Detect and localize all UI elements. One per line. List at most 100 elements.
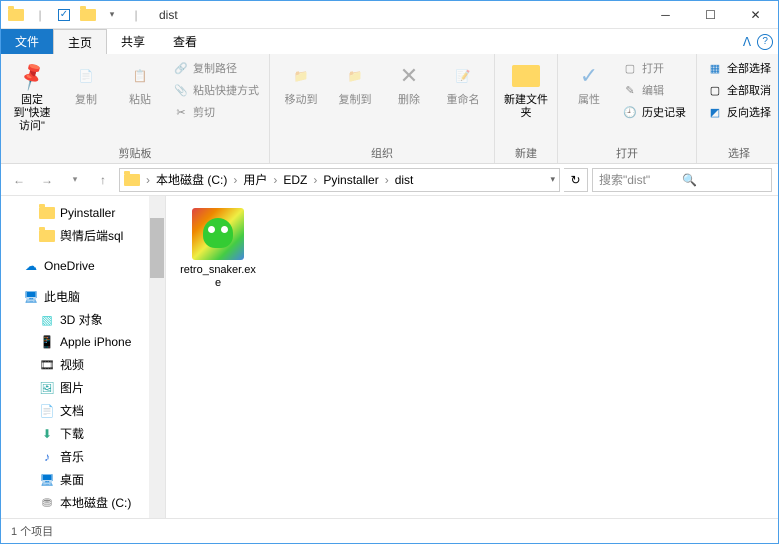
crumb-item[interactable]: 本地磁盘 (C:) [152,171,231,188]
close-button[interactable]: ✕ [733,1,778,29]
tree-item[interactable]: ☁OneDrive [1,255,165,277]
open-button[interactable]: ▢打开 [618,58,690,78]
delete-icon: ✕ [393,60,425,92]
chevron-right-icon[interactable]: › [273,173,277,187]
select-all-button[interactable]: ▦全部选择 [703,58,775,78]
maximize-button[interactable]: ☐ [688,1,733,29]
ribbon-group-select: ▦全部选择 ▢全部取消 ◩反向选择 选择 [697,54,779,163]
copy-button[interactable]: 📄 复制 [61,58,111,109]
move-to-button[interactable]: 📁 移动到 [276,58,326,109]
folder-icon [39,205,55,221]
up-button[interactable]: ↑ [91,168,115,192]
ribbon-tabs: 文件 主页 共享 查看 ᐱ ? [1,29,778,54]
back-button[interactable]: ← [7,168,31,192]
tab-share[interactable]: 共享 [107,29,159,54]
properties-button[interactable]: ✓ 属性 [564,58,614,109]
tree-item-label: 视频 [60,356,84,373]
tree-item[interactable]: 🎞 视频 [1,353,165,376]
qat-properties-button[interactable]: ✓ [53,4,75,26]
ribbon: 📌 固定到"快速访问" 📄 复制 📋 粘贴 🔗复制路径 📎粘贴快捷方式 ✂剪切 … [1,54,778,164]
chevron-right-icon[interactable]: › [313,173,317,187]
copy-path-button[interactable]: 🔗复制路径 [169,58,263,78]
scissors-icon: ✂ [173,104,189,120]
qat-dropdown-icon[interactable]: ▾ [101,4,123,26]
crumb-item[interactable]: 用户 [239,171,271,188]
tree-item-label: 舆情后端sql [60,227,123,244]
paste-icon: 📋 [124,60,156,92]
edit-button[interactable]: ✎编辑 [618,80,690,100]
tree-item-label: OneDrive [44,259,95,273]
cut-button[interactable]: ✂剪切 [169,102,263,122]
pin-icon: 📌 [15,59,49,93]
scrollbar[interactable] [149,196,165,518]
crumb-item[interactable]: EDZ [279,173,311,187]
crumb-item[interactable]: dist [391,173,418,187]
file-list[interactable]: retro_snaker.exe [166,196,778,518]
tree-item[interactable]: Pyinstaller [1,202,165,224]
tree-item[interactable]: ⬇下载 [1,422,165,445]
tree-item[interactable]: 🖼图片 [1,376,165,399]
navigation-tree[interactable]: Pyinstaller 舆情后端sql ☁OneDrive 🖥此电脑▧3D 对象📱Ap… [1,196,166,518]
recent-locations-button[interactable]: ▾ [63,168,87,192]
tab-view[interactable]: 查看 [159,29,211,54]
tab-home[interactable]: 主页 [53,29,107,54]
tree-item[interactable]: ⛃ 本地磁盘 (C:) [1,491,165,514]
disk-icon: ⛃ [39,495,55,511]
forward-button[interactable]: → [35,168,59,192]
search-icon: 🔍 [682,173,765,187]
history-button[interactable]: 🕘历史记录 [618,102,690,122]
status-bar: 1 个项目 [1,518,778,542]
path-icon: 🔗 [173,60,189,76]
folder-icon [512,65,540,87]
tree-item[interactable]: ▧3D 对象 [1,308,165,331]
tree-item[interactable]: 📱Apple iPhone [1,331,165,353]
file-item[interactable]: retro_snaker.exe [178,208,258,290]
rename-button[interactable]: 📝 重命名 [438,58,488,109]
item-count-label: 1 个项目 [11,523,53,539]
tree-item[interactable]: 🖥此电脑 [1,285,165,308]
phone-icon: 📱 [39,334,55,350]
tab-file[interactable]: 文件 [1,29,53,54]
tree-item[interactable]: ♪ 音乐 [1,445,165,468]
paste-button[interactable]: 📋 粘贴 [115,58,165,109]
video-icon: 🎞 [39,357,55,373]
tree-item[interactable]: 🖥桌面 [1,468,165,491]
invert-selection-button[interactable]: ◩反向选择 [703,102,775,122]
refresh-button[interactable]: ↻ [564,168,588,192]
window-title: dist [159,8,643,22]
tree-item-label: 音乐 [60,448,84,465]
tree-item-label: 文档 [60,402,84,419]
search-input[interactable]: 搜索"dist" 🔍 [592,168,772,192]
selectinvert-icon: ◩ [707,104,723,120]
scrollbar-thumb[interactable] [150,218,164,278]
tree-item-label: 桌面 [60,471,84,488]
docs-icon: 📄 [39,403,55,419]
tree-item[interactable]: 📄 文档 [1,399,165,422]
address-bar: ← → ▾ ↑ › 本地磁盘 (C:) › 用户 › EDZ › Pyinsta… [1,164,778,196]
chevron-right-icon[interactable]: › [146,173,150,187]
paste-shortcut-button[interactable]: 📎粘贴快捷方式 [169,80,263,100]
folder-icon [77,4,99,26]
tree-item-label: 本地磁盘 (C:) [60,494,131,511]
folder-icon [5,4,27,26]
downloads-icon: ⬇ [39,426,55,442]
tree-item-label: 图片 [60,379,84,396]
tree-item-label: 此电脑 [44,288,80,305]
crumb-item[interactable]: Pyinstaller [319,173,382,187]
music-icon: ♪ [39,449,55,465]
select-none-button[interactable]: ▢全部取消 [703,80,775,100]
help-button[interactable]: ᐱ ? [738,29,778,54]
chevron-down-icon[interactable]: ▾ [550,174,555,185]
new-folder-button[interactable]: 新建文件夹 [501,58,551,122]
breadcrumb[interactable]: › 本地磁盘 (C:) › 用户 › EDZ › Pyinstaller › d… [119,168,560,192]
pin-to-quick-access-button[interactable]: 📌 固定到"快速访问" [7,58,57,136]
shortcut-icon: 📎 [173,82,189,98]
minimize-button[interactable]: ─ [643,1,688,29]
workspace: Pyinstaller 舆情后端sql ☁OneDrive 🖥此电脑▧3D 对象📱Ap… [1,196,778,518]
copy-to-button[interactable]: 📁 复制到 [330,58,380,109]
chevron-right-icon[interactable]: › [385,173,389,187]
properties-icon: ✓ [573,60,605,92]
chevron-right-icon[interactable]: › [233,173,237,187]
delete-button[interactable]: ✕ 删除 [384,58,434,109]
tree-item[interactable]: 舆情后端sql [1,224,165,247]
